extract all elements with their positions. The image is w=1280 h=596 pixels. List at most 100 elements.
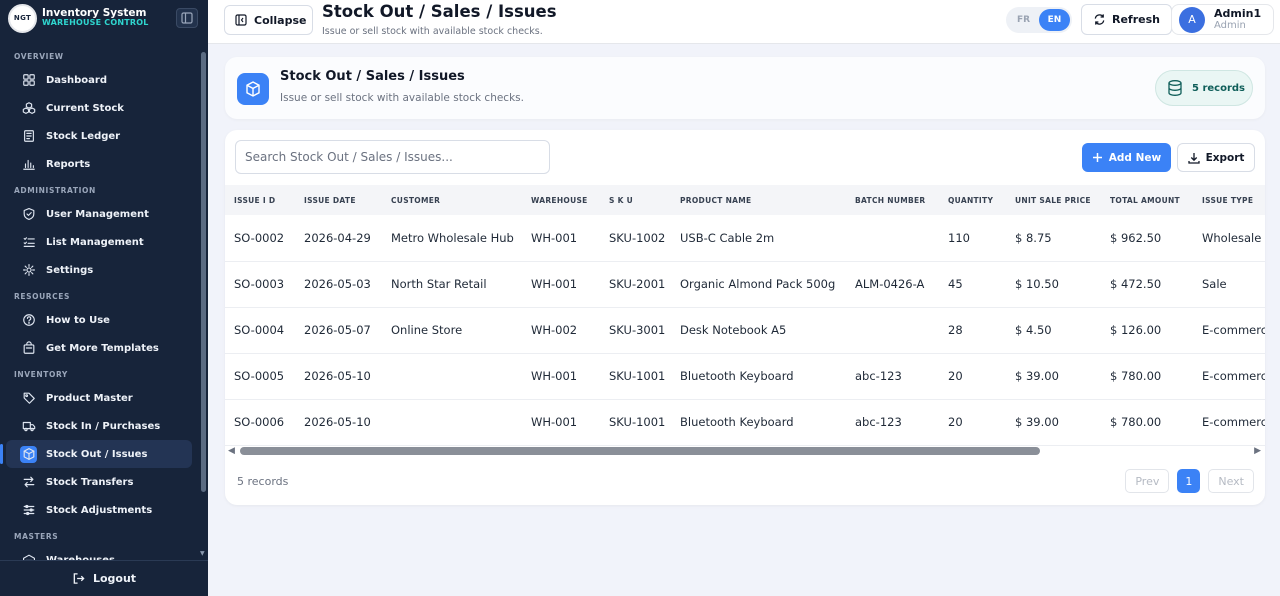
table-cell: Metro Wholesale Hub xyxy=(382,215,522,262)
export-button[interactable]: Export xyxy=(1177,143,1255,172)
table-cell: $ 8.75 xyxy=(1006,215,1101,262)
logout-button[interactable]: Logout xyxy=(0,560,208,596)
column-header[interactable]: UNIT SALE PRICE xyxy=(1006,185,1101,215)
table-row[interactable]: SO-0005 2026-05-10 WH-001 SKU-1001 Bluetooth… xyxy=(225,353,1265,400)
column-header[interactable]: ISSUE TYPE xyxy=(1193,185,1265,215)
collapse-button[interactable]: Collapse xyxy=(224,5,313,35)
download-icon xyxy=(1187,152,1200,164)
table-cell: 45 xyxy=(939,261,1006,308)
next-page-button[interactable]: Next xyxy=(1208,469,1254,493)
column-header[interactable]: ISSUE DATE xyxy=(295,185,382,215)
table-cell: 2026-04-29 xyxy=(295,215,382,262)
bar-chart-icon xyxy=(20,156,37,173)
sidebar-item-product-master[interactable]: Product Master xyxy=(6,384,192,412)
column-header[interactable]: CUSTOMER xyxy=(382,185,522,215)
sidebar-scrollbar[interactable] xyxy=(201,52,206,492)
column-header[interactable]: WAREHOUSE xyxy=(522,185,600,215)
box-out-icon xyxy=(237,73,269,105)
sidebar-item-current-stock[interactable]: Current Stock xyxy=(6,94,192,122)
help-icon xyxy=(20,312,37,329)
horizontal-scrollbar[interactable]: ◀ ▶ xyxy=(225,444,1265,458)
nav-section-title: INVENTORY xyxy=(14,370,68,379)
table-row[interactable]: SO-0003 2026-05-03 North Star Retail WH-001… xyxy=(225,261,1265,308)
table-cell: $ 126.00 xyxy=(1101,307,1193,354)
issues-table: ISSUE I D ISSUE DATE CUSTOMER WAREHOUSE S K … xyxy=(225,185,1265,446)
column-header[interactable]: TOTAL AMOUNT xyxy=(1101,185,1193,215)
table-cell: Bluetooth Keyboard xyxy=(671,399,846,446)
table-cell: 20 xyxy=(939,399,1006,446)
column-header[interactable]: BATCH NUMBER xyxy=(846,185,939,215)
table-row[interactable]: SO-0004 2026-05-07 Online Store WH-002 SKU-3… xyxy=(225,307,1265,354)
table-cell: $ 4.50 xyxy=(1006,307,1101,354)
lang-en-option[interactable]: EN xyxy=(1039,9,1070,31)
table-cell: SO-0002 xyxy=(225,215,295,262)
table-cell xyxy=(382,353,522,400)
gear-icon xyxy=(20,262,37,279)
table-row[interactable]: SO-0002 2026-04-29 Metro Wholesale Hub WH-0… xyxy=(225,215,1265,262)
sidebar-item-how-to-use[interactable]: How to Use xyxy=(6,306,192,334)
scroll-right-icon[interactable]: ▶ xyxy=(1254,446,1261,456)
column-header[interactable]: PRODUCT NAME xyxy=(671,185,846,215)
add-new-label: Add New xyxy=(1108,151,1162,164)
sidebar-item-reports[interactable]: Reports xyxy=(6,150,192,178)
table-cell: E-commerce xyxy=(1193,307,1265,354)
plus-icon xyxy=(1092,153,1102,162)
shield-icon xyxy=(20,206,37,223)
sidebar-item-settings[interactable]: Settings xyxy=(6,256,192,284)
sidebar-item-user-management[interactable]: User Management xyxy=(6,200,192,228)
sidebar-item-list-management[interactable]: List Management xyxy=(6,228,192,256)
nav-section-title: ADMINISTRATION xyxy=(14,186,96,195)
sidebar-item-stock-out-issues[interactable]: Stock Out / Issues xyxy=(0,440,192,468)
nav-section-title: RESOURCES xyxy=(14,292,70,301)
nav-section-title: MASTERS xyxy=(14,532,59,541)
sidebar-item-stock-transfers[interactable]: Stock Transfers xyxy=(6,468,192,496)
panel-left-icon xyxy=(181,12,193,24)
user-role: Admin xyxy=(1214,20,1246,32)
table-cell: SO-0005 xyxy=(225,353,295,400)
table-cell: SKU-2001 xyxy=(600,261,671,308)
table-header-row: ISSUE I D ISSUE DATE CUSTOMER WAREHOUSE S K … xyxy=(225,185,1265,215)
sidebar-item-label: User Management xyxy=(46,208,149,220)
brand: NGT Inventory System WAREHOUSE CONTROL xyxy=(0,0,208,36)
column-header[interactable]: QUANTITY xyxy=(939,185,1006,215)
add-new-button[interactable]: Add New xyxy=(1082,143,1171,172)
header-title: Stock Out / Sales / Issues xyxy=(280,69,465,84)
column-header[interactable]: ISSUE I D xyxy=(225,185,295,215)
sidebar-item-label: Stock Adjustments xyxy=(46,504,153,516)
scroll-left-icon[interactable]: ◀ xyxy=(228,446,235,456)
user-menu[interactable]: A Admin1 Admin xyxy=(1171,4,1274,35)
search-input[interactable] xyxy=(235,140,550,174)
ledger-icon xyxy=(20,128,37,145)
refresh-button[interactable]: Refresh xyxy=(1081,4,1172,35)
tag-icon xyxy=(20,390,37,407)
list-icon xyxy=(20,234,37,251)
records-count: 5 records xyxy=(1192,82,1245,94)
table-cell: SKU-1001 xyxy=(600,353,671,400)
lang-fr-option[interactable]: FR xyxy=(1008,9,1039,31)
scroll-down-icon[interactable]: ▼ xyxy=(200,550,205,557)
sidebar-item-label: Product Master xyxy=(46,392,133,404)
sidebar-item-get-more-templates[interactable]: Get More Templates xyxy=(6,334,192,362)
sidebar-item-stock-in-purchases[interactable]: Stock In / Purchases xyxy=(6,412,192,440)
logo-text: NGT xyxy=(13,14,32,22)
sidebar-item-dashboard[interactable]: Dashboard xyxy=(6,66,192,94)
current-page-button[interactable]: 1 xyxy=(1177,469,1201,493)
table-cell: SO-0006 xyxy=(225,399,295,446)
truck-icon xyxy=(20,418,37,435)
scrollbar-thumb[interactable] xyxy=(240,447,1040,455)
column-header[interactable]: S K U xyxy=(600,185,671,215)
table-cell: WH-001 xyxy=(522,353,600,400)
refresh-icon xyxy=(1094,14,1105,25)
prev-page-button[interactable]: Prev xyxy=(1125,469,1170,493)
sidebar-item-warehouses[interactable]: Warehouses xyxy=(6,546,192,560)
table-cell: Desk Notebook A5 xyxy=(671,307,846,354)
sidebar-item-stock-ledger[interactable]: Stock Ledger xyxy=(6,122,192,150)
table-cell: ALM-0426-A xyxy=(846,261,939,308)
table-cell: $ 780.00 xyxy=(1101,353,1193,400)
sidebar-toggle-button[interactable] xyxy=(176,8,198,28)
table-cell: 110 xyxy=(939,215,1006,262)
records-badge: 5 records xyxy=(1155,70,1253,106)
sidebar-item-stock-adjustments[interactable]: Stock Adjustments xyxy=(6,496,192,524)
sidebar-item-label: Stock Ledger xyxy=(46,130,121,142)
table-row[interactable]: SO-0006 2026-05-10 WH-001 SKU-1001 Bluetooth… xyxy=(225,399,1265,446)
